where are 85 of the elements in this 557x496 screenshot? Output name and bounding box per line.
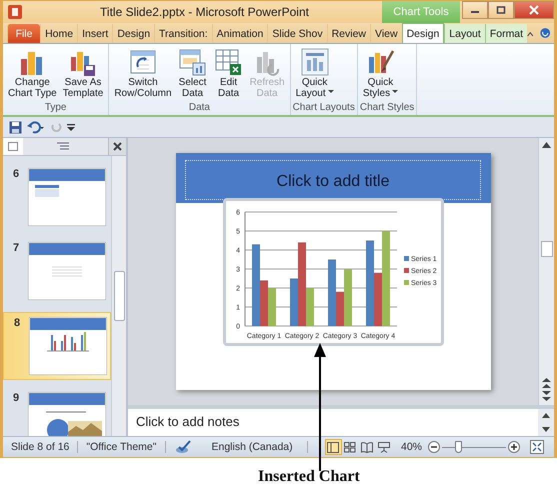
save-icon[interactable]	[9, 120, 22, 134]
slide-list-item[interactable]: 7	[3, 238, 111, 304]
slide-number: 6	[13, 168, 20, 180]
ribbon-tab[interactable]: File	[7, 24, 40, 43]
slide-number: 9	[13, 392, 20, 404]
close-icon	[113, 142, 122, 151]
sorter-view-icon	[344, 442, 356, 452]
restore-button[interactable]	[488, 1, 514, 19]
close-icon	[529, 5, 539, 15]
ribbon-tab[interactable]: Design	[402, 23, 444, 43]
ribbon-button[interactable]: Quick Styles	[360, 46, 402, 102]
slide-scrollbar[interactable]	[538, 138, 554, 405]
app-logo-icon[interactable]	[7, 4, 23, 20]
zoom-level[interactable]: 40%	[400, 441, 422, 453]
close-pane-button[interactable]	[108, 138, 126, 155]
zoom-out-button[interactable]	[426, 441, 442, 453]
reading-view-button[interactable]	[358, 439, 376, 455]
ribbon-tab[interactable]: Slide Shov	[267, 24, 327, 43]
window-title: Title Slide2.pptx - Microsoft PowerPoint	[100, 5, 309, 19]
table-chart-icon	[178, 47, 208, 77]
ribbon-tab[interactable]: Animation	[212, 24, 268, 43]
group-label: Type	[44, 102, 68, 115]
spell-check-icon[interactable]	[174, 440, 192, 454]
slide-counter: Slide 8 of 16	[3, 441, 78, 453]
ribbon-tab[interactable]: Home	[40, 24, 78, 43]
group-label: Chart Layouts	[292, 102, 355, 115]
zoom-slider[interactable]	[442, 440, 506, 454]
slideshow-view-icon	[378, 442, 390, 452]
ribbon-tab[interactable]: Transition:	[154, 24, 212, 43]
zoom-slider-thumb[interactable]	[455, 441, 462, 453]
slide-number: 8	[14, 317, 21, 329]
restore-icon	[496, 5, 506, 15]
ribbon-tab[interactable]: Layout	[444, 24, 485, 43]
close-button[interactable]	[514, 1, 554, 19]
fit-window-icon	[530, 440, 544, 454]
outline-icon	[57, 142, 69, 151]
ribbon-tab[interactable]: Insert	[77, 24, 112, 43]
help-icon[interactable]	[540, 25, 550, 41]
ribbon-button[interactable]: Switch Row/Column	[111, 46, 175, 102]
theme-name[interactable]: "Office Theme"	[78, 441, 166, 453]
zoom-in-button[interactable]	[506, 441, 522, 453]
ribbon-button[interactable]: Change Chart Type	[5, 46, 60, 102]
fit-to-window-button[interactable]	[528, 440, 546, 454]
slide-icon	[8, 142, 18, 151]
ribbon-tab[interactable]: Format	[484, 24, 528, 43]
slide-thumbnail[interactable]	[28, 392, 106, 436]
ribbon-button[interactable]: Select Data	[174, 46, 211, 102]
slide-list-item[interactable]: 9	[3, 388, 111, 436]
slideshow-view-button[interactable]	[376, 439, 393, 455]
slide-number: 7	[13, 242, 20, 254]
minimize-ribbon-icon[interactable]	[527, 30, 534, 38]
minus-icon	[428, 441, 440, 453]
scroll-up-icon[interactable]	[542, 413, 550, 418]
slides-tab[interactable]	[3, 138, 23, 155]
undo-icon[interactable]	[27, 120, 45, 134]
normal-view-icon	[327, 442, 340, 452]
previous-slide-icon[interactable]	[542, 378, 551, 388]
customize-toolbar-icon[interactable]	[67, 122, 75, 132]
scroll-up-icon[interactable]	[542, 142, 551, 148]
ribbon-button[interactable]: Edit Data	[210, 46, 247, 102]
layout-icon	[300, 47, 330, 77]
ribbon-tab[interactable]: Review	[326, 24, 370, 43]
annotation-label: Inserted Chart	[258, 468, 360, 486]
reading-view-icon	[361, 442, 374, 452]
slide-list-item[interactable]: 8	[3, 312, 111, 380]
scroll-down-icon[interactable]	[542, 426, 550, 432]
notes-scrollbar[interactable]	[538, 409, 554, 436]
group-label: Data	[188, 102, 211, 115]
spreadsheet-icon	[214, 47, 244, 77]
minimize-button[interactable]	[462, 1, 488, 19]
thumbnail-scrollbar[interactable]	[111, 156, 126, 436]
plus-icon	[508, 441, 520, 453]
slide-list-item[interactable]: 6	[3, 164, 111, 230]
ribbon-button[interactable]: Save As Template	[60, 46, 106, 102]
contextual-tab-label: Chart Tools	[382, 1, 460, 23]
slide-thumbnail[interactable]	[28, 168, 106, 226]
language-indicator[interactable]: English (Canada)	[198, 441, 308, 453]
ribbon-tab[interactable]: Design	[112, 24, 154, 43]
ribbon-button[interactable]: Quick Layout	[292, 46, 337, 102]
slide-thumbnail[interactable]	[29, 317, 107, 375]
group-label: Chart Styles	[360, 102, 414, 115]
scroll-thumb[interactable]	[540, 241, 552, 257]
next-slide-icon[interactable]	[542, 391, 551, 401]
normal-view-button[interactable]	[324, 439, 342, 455]
slide-thumbnail[interactable]	[28, 242, 106, 300]
